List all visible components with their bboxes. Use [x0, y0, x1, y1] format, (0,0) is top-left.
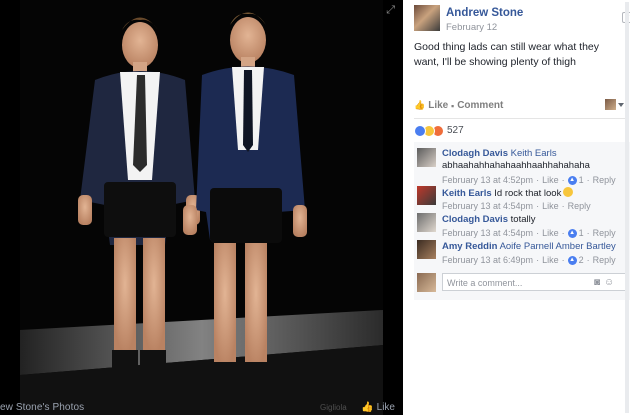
photo-watermark: Gigliola	[320, 403, 347, 412]
commenter-name[interactable]: Clodagh Davis	[442, 148, 508, 159]
thumbs-up-icon: 👍	[361, 402, 374, 413]
post-header: Andrew Stone February 12 ▾	[414, 5, 630, 33]
comment-like-count[interactable]: ▲ 1	[567, 228, 584, 238]
divider	[414, 118, 626, 119]
comment-body: Clodagh Davis Keith Earls abhaahahhahaha…	[442, 148, 627, 172]
post-date[interactable]: February 12	[446, 22, 497, 33]
photo-viewer[interactable]: ⤢ Gigliola ew Stone's Photos 👍 Like	[0, 0, 403, 415]
comment-body: Keith Earls Id rock that look	[442, 187, 627, 200]
comment-meta: February 13 at 4:54pm · Like · Reply	[442, 201, 591, 211]
camera-icon[interactable]: ◙	[594, 277, 600, 288]
comment-like-button[interactable]: Like	[542, 255, 559, 265]
commenter-name[interactable]: Keith Earls	[442, 188, 492, 199]
like-count-icon: ▲	[567, 228, 577, 238]
post-as-selector[interactable]	[605, 99, 624, 110]
current-user-avatar	[417, 273, 436, 292]
photo-album-link[interactable]: ew Stone's Photos	[0, 402, 84, 413]
tagged-user[interactable]: Keith Earls	[511, 148, 557, 159]
post-actions: 👍 Like ▪ Comment	[414, 99, 626, 114]
runway-photo	[20, 0, 383, 415]
comment-text: totally	[510, 214, 536, 225]
commenter-name[interactable]: Clodagh Davis	[442, 214, 508, 225]
commenter-avatar[interactable]	[417, 240, 436, 259]
comment-like-count[interactable]: ▲ 1	[567, 175, 584, 185]
like-count: 2	[578, 255, 584, 265]
author-name[interactable]: Andrew Stone	[446, 7, 523, 19]
comment-like-button[interactable]: Like	[542, 228, 559, 238]
comment-like-button[interactable]: Like	[542, 201, 559, 211]
laughing-emoji-icon	[563, 187, 574, 197]
comment-reply-button[interactable]: Reply	[593, 175, 616, 185]
like-label: Like	[428, 100, 449, 111]
comment-body: Amy Reddin Aoife Parnell Amber Bartley	[442, 241, 627, 253]
comment-icon: ▪	[451, 100, 455, 111]
comment-time[interactable]: February 13 at 4:54pm	[442, 201, 533, 211]
comment-like-button[interactable]: Like	[542, 175, 559, 185]
tagged-users[interactable]: Aoife Parnell Amber Bartley	[500, 241, 616, 252]
scrollbar[interactable]	[625, 2, 629, 413]
sticker-icon[interactable]: ☺	[604, 277, 614, 288]
comment-reply-button[interactable]: Reply	[568, 201, 591, 211]
post-panel: Andrew Stone February 12 ▾ Good thing la…	[403, 0, 630, 415]
comment-text: Id rock that look	[494, 188, 562, 199]
comment-reply-button[interactable]: Reply	[593, 255, 616, 265]
like-count: 1	[578, 175, 584, 185]
reaction-summary[interactable]: 527	[414, 124, 464, 137]
comment-meta: February 13 at 6:49pm · Like · ▲ 2 · Repl…	[442, 255, 616, 265]
comment-time[interactable]: February 13 at 6:49pm	[442, 255, 533, 265]
comment-body: Clodagh Davis totally	[442, 214, 627, 226]
commenter-avatar[interactable]	[417, 186, 436, 205]
thumbs-up-icon: 👍	[414, 100, 426, 110]
comment-time[interactable]: February 13 at 4:54pm	[442, 228, 533, 238]
photo-like-label: Like	[376, 402, 395, 413]
commenter-avatar[interactable]	[417, 213, 436, 232]
like-count-icon: ▲	[567, 175, 577, 185]
commenter-name[interactable]: Amy Reddin	[442, 241, 497, 252]
author-avatar[interactable]	[414, 5, 440, 31]
like-count: 1	[578, 228, 584, 238]
like-count-icon: ▲	[567, 255, 577, 265]
caret-down-icon	[618, 102, 624, 107]
comment-text: abhaahahhahahaahhaahhahahaha	[442, 160, 590, 171]
comment-meta: February 13 at 4:52pm · Like · ▲ 1 · Repl…	[442, 175, 616, 185]
comment-reply-button[interactable]: Reply	[593, 228, 616, 238]
reaction-count: 527	[447, 125, 464, 136]
comment-meta: February 13 at 4:54pm · Like · ▲ 1 · Repl…	[442, 228, 616, 238]
photo-like-button[interactable]: 👍 Like	[361, 402, 395, 413]
like-button[interactable]: 👍 Like	[414, 100, 448, 111]
comment-time[interactable]: February 13 at 4:52pm	[442, 175, 533, 185]
expand-icon[interactable]: ⤢	[386, 4, 395, 17]
comment-label: Comment	[457, 100, 504, 111]
comment-composer: Write a comment... ◙ ☺	[414, 271, 630, 295]
comment-like-count[interactable]: ▲ 2	[567, 255, 584, 265]
commenter-avatar[interactable]	[417, 148, 436, 167]
comment-button[interactable]: ▪ Comment	[451, 100, 503, 111]
post-text: Good thing lads can still wear what they…	[414, 41, 600, 68]
like-reaction-icon	[414, 124, 426, 137]
viewer-avatar	[605, 99, 616, 110]
composer-icons: ◙ ☺	[594, 277, 614, 288]
